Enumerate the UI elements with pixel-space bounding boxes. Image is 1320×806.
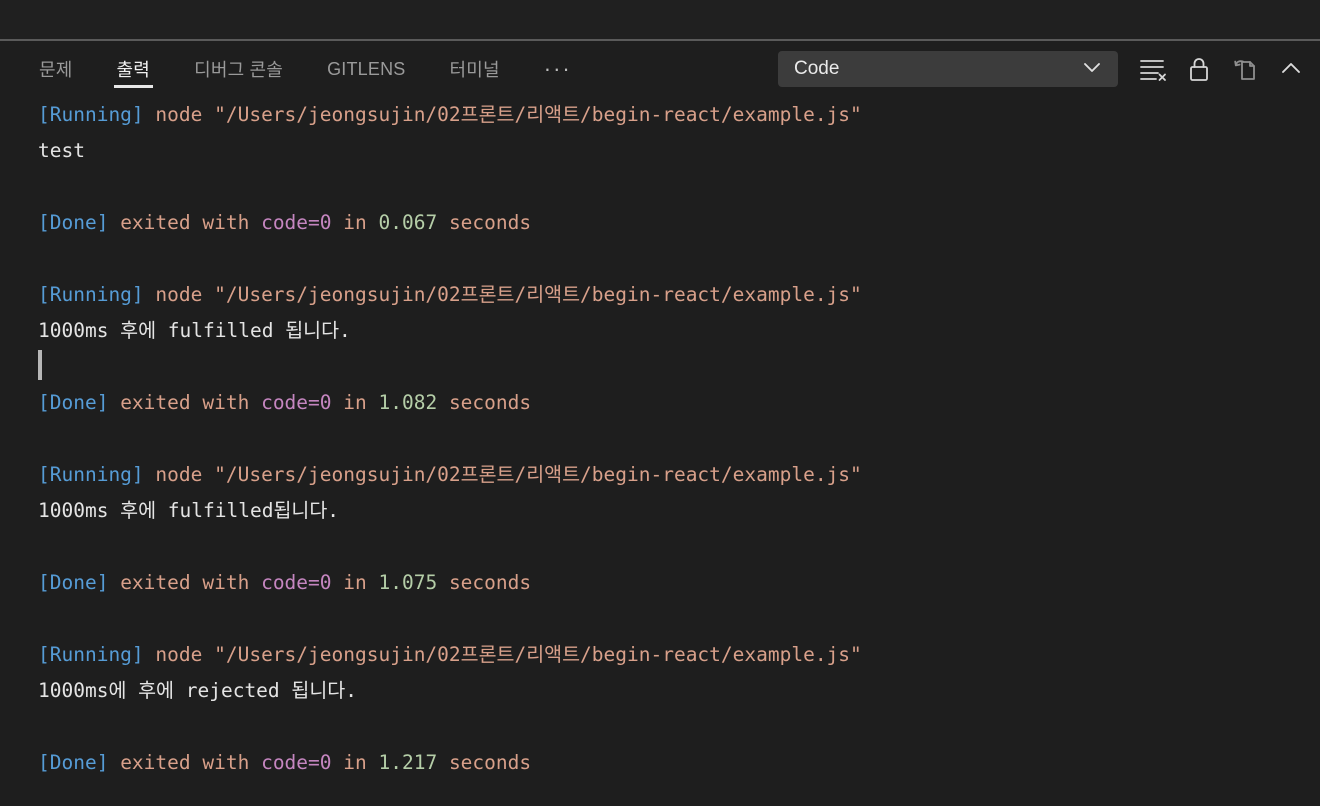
stdout-text: test	[38, 139, 85, 162]
elapsed-seconds: 1.217	[378, 751, 438, 774]
output-line-stdout: 1000ms 후에 fulfilled됩니다.	[38, 493, 1320, 529]
tab-gitlens[interactable]: GITLENS	[314, 41, 418, 97]
tab-label: 디버그 콘솔	[194, 60, 284, 80]
running-tag: [Running]	[38, 103, 144, 126]
stdout-text: 1000ms 후에 fulfilled 됩니다.	[38, 319, 351, 342]
output-line-done: [Done] exited with code=0 in 1.075 secon…	[38, 571, 532, 594]
turn-auto-scrolling-off-button[interactable]	[1176, 49, 1222, 89]
output-line-blank	[38, 601, 1320, 637]
output-line-running: [Running] node "/Users/jeongsujin/02프론트/…	[38, 277, 1320, 313]
output-line-running: [Running] node "/Users/jeongsujin/02프론트/…	[38, 97, 1320, 133]
output-console[interactable]: [Running] node "/Users/jeongsujin/02프론트/…	[0, 97, 1320, 806]
tab-label: 터미널	[449, 60, 500, 80]
done-tag: [Done]	[38, 391, 109, 414]
elapsed-seconds: 1.075	[378, 571, 438, 594]
output-line-caret	[38, 349, 1320, 385]
panel-more-tabs-button[interactable]: ···	[531, 41, 585, 97]
exit-code: code=0	[261, 751, 332, 774]
chevron-up-icon	[1278, 56, 1304, 82]
stdout-text: 1000ms 후에 fulfilled됩니다.	[38, 499, 340, 522]
running-tag: [Running]	[38, 463, 144, 486]
editor-area-above-panel	[0, 0, 1320, 39]
done-tag: [Done]	[38, 751, 109, 774]
running-tag: [Running]	[38, 643, 144, 666]
tab-label: 출력	[116, 60, 151, 80]
running-command: node "/Users/jeongsujin/02프론트/리액트/begin-…	[143, 283, 862, 306]
text-cursor	[38, 350, 42, 380]
exit-code: code=0	[261, 571, 332, 594]
running-tag: [Running]	[38, 283, 144, 306]
lock-icon	[1186, 55, 1212, 83]
panel-actions: Code	[778, 41, 1314, 97]
chevron-down-icon	[1080, 55, 1104, 84]
done-tag: [Done]	[38, 211, 109, 234]
tab-problems[interactable]: 문제	[26, 41, 86, 97]
tab-debug-console[interactable]: 디버그 콘솔	[181, 41, 296, 97]
running-command: node "/Users/jeongsujin/02프론트/리액트/begin-…	[143, 463, 862, 486]
output-line-done: [Done] exited with code=0 in 0.067 secon…	[38, 211, 532, 234]
open-in-editor-icon	[1231, 55, 1259, 83]
output-line-stdout: 1000ms에 후에 rejected 됩니다.	[38, 673, 1320, 709]
output-line-running: [Running] node "/Users/jeongsujin/02프론트/…	[38, 457, 1320, 493]
elapsed-seconds: 1.082	[378, 391, 438, 414]
tab-output[interactable]: 출력	[104, 41, 164, 97]
output-line-blank	[38, 529, 1320, 565]
done-tag: [Done]	[38, 571, 109, 594]
exit-code: code=0	[261, 211, 332, 234]
bottom-panel: 문제 출력 디버그 콘솔 GITLENS 터미널 ··· Code [Runni…	[0, 41, 1320, 806]
panel-header: 문제 출력 디버그 콘솔 GITLENS 터미널 ··· Code	[0, 41, 1320, 97]
output-line-done: [Done] exited with code=0 in 1.082 secon…	[38, 391, 532, 414]
output-line-running: [Running] node "/Users/jeongsujin/02프론트/…	[38, 637, 1320, 673]
output-channel-value: Code	[794, 58, 840, 79]
hide-panel-button[interactable]	[1268, 49, 1314, 89]
running-command: node "/Users/jeongsujin/02프론트/리액트/begin-…	[143, 643, 862, 666]
output-line-stdout: 1000ms 후에 fulfilled 됩니다.	[38, 313, 1320, 349]
clear-output-button[interactable]	[1130, 49, 1176, 89]
output-line-blank	[38, 709, 1320, 745]
tab-terminal[interactable]: 터미널	[437, 41, 513, 97]
output-line-blank	[38, 241, 1320, 277]
tab-label: GITLENS	[327, 58, 406, 79]
elapsed-seconds: 0.067	[378, 211, 438, 234]
panel-tab-list: 문제 출력 디버그 콘솔 GITLENS 터미널 ···	[0, 41, 585, 97]
clear-output-icon	[1138, 56, 1168, 82]
running-command: node "/Users/jeongsujin/02프론트/리액트/begin-…	[143, 103, 862, 126]
stdout-text: 1000ms에 후에 rejected 됩니다.	[38, 679, 357, 702]
exit-code: code=0	[261, 391, 332, 414]
tab-label: 문제	[39, 60, 73, 80]
output-channel-select[interactable]: Code	[778, 51, 1118, 87]
output-line-done: [Done] exited with code=0 in 1.217 secon…	[38, 751, 532, 774]
output-line-blank	[38, 421, 1320, 457]
output-line-stdout: test	[38, 133, 1320, 169]
output-line-blank	[38, 169, 1320, 205]
open-output-in-editor-button[interactable]	[1222, 49, 1268, 89]
